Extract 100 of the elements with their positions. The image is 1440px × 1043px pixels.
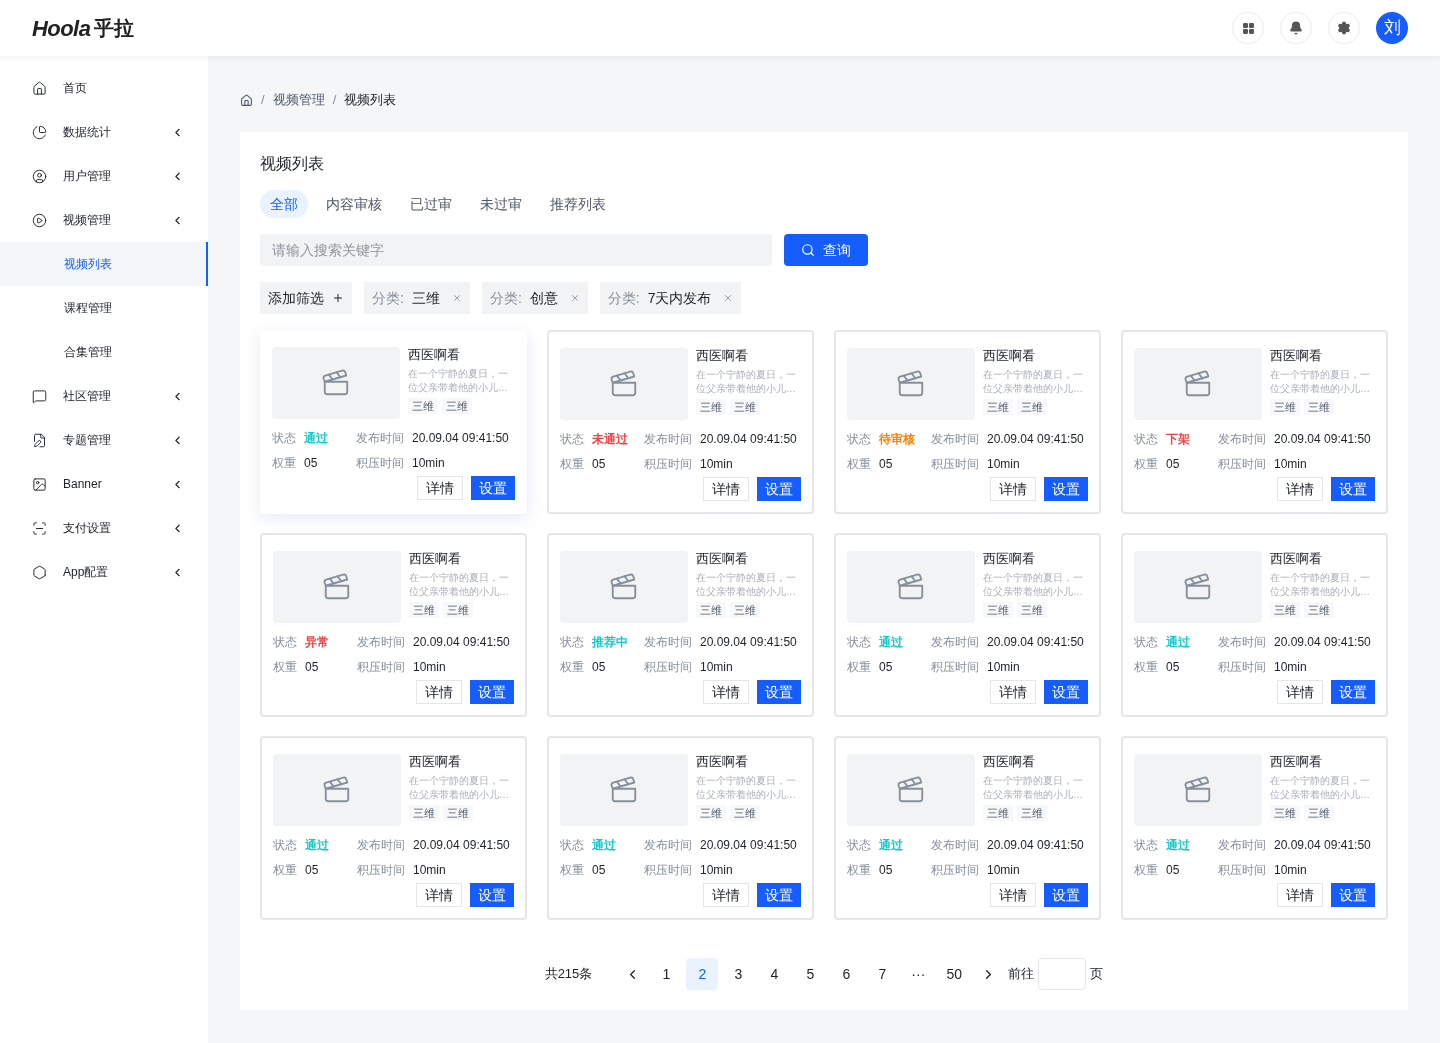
weight-label: 权重 — [273, 659, 298, 676]
video-title: 西医啊看 — [983, 754, 1036, 770]
page-button[interactable]: ··· — [902, 958, 935, 990]
video-title: 西医啊看 — [1270, 551, 1323, 567]
tab[interactable]: 全部 — [260, 190, 308, 218]
logo: Hoola — [32, 14, 91, 43]
status-label: 状态 — [1134, 634, 1159, 651]
publish-time-label: 发布时间 — [1218, 837, 1267, 854]
detail-button[interactable]: 详情 — [703, 680, 749, 704]
home-icon[interactable] — [240, 93, 253, 107]
status-value: 未通过 — [592, 431, 629, 448]
publish-time: 20.09.04 09:41:50 — [413, 837, 510, 854]
home-icon — [32, 80, 47, 96]
video-icon — [896, 572, 926, 602]
sidebar-item[interactable]: 首页 — [0, 66, 208, 110]
status-label: 状态 — [847, 634, 872, 651]
sidebar-subitem[interactable]: 视频列表 — [0, 242, 208, 286]
close-icon[interactable] — [451, 293, 462, 303]
sidebar-item[interactable]: Banner — [0, 462, 208, 506]
settings-button[interactable]: 设置 — [757, 477, 801, 501]
sidebar-item[interactable]: 用户管理 — [0, 154, 208, 198]
settings-button[interactable]: 设置 — [757, 680, 801, 704]
weight-value: 05 — [592, 456, 607, 473]
video-icon — [322, 572, 352, 602]
video-icon — [609, 572, 639, 602]
logo-text: 乎拉 — [94, 16, 135, 41]
detail-button[interactable]: 详情 — [417, 476, 463, 500]
page-button[interactable]: 3 — [722, 958, 755, 990]
breadcrumb-item: 视频列表 — [344, 91, 397, 110]
tag: 三维 — [983, 602, 1013, 618]
sidebar-subitem[interactable]: 课程管理 — [0, 286, 208, 330]
publish-time-label: 发布时间 — [644, 837, 693, 854]
publish-time-label: 发布时间 — [931, 837, 980, 854]
detail-button[interactable]: 详情 — [990, 477, 1036, 501]
settings-button[interactable]: 设置 — [1331, 477, 1375, 501]
weight-label: 权重 — [1134, 659, 1159, 676]
settings-button[interactable]: 设置 — [1044, 477, 1088, 501]
breadcrumb-item[interactable]: 视频管理 — [272, 90, 325, 110]
detail-button[interactable]: 详情 — [1277, 477, 1323, 501]
close-icon[interactable] — [723, 293, 734, 303]
play-icon — [32, 212, 47, 228]
settings-button[interactable]: 设置 — [757, 883, 801, 907]
detail-button[interactable]: 详情 — [416, 680, 462, 704]
settings-button[interactable]: 设置 — [1331, 883, 1375, 907]
page-button[interactable]: 7 — [866, 958, 899, 990]
weight-label: 权重 — [272, 455, 297, 472]
settings-button[interactable]: 设置 — [1331, 680, 1375, 704]
breadcrumb-separator: / — [332, 91, 337, 110]
video-icon — [321, 368, 351, 398]
status-value: 异常 — [305, 634, 330, 651]
page-button[interactable]: 50 — [938, 958, 971, 990]
sidebar-item[interactable]: 视频管理 — [0, 198, 208, 242]
detail-button[interactable]: 详情 — [990, 883, 1036, 907]
detail-button[interactable]: 详情 — [1277, 680, 1323, 704]
sidebar-item[interactable]: 专题管理 — [0, 418, 208, 462]
settings-button[interactable]: 设置 — [471, 476, 515, 500]
tag: 三维 — [1270, 805, 1300, 821]
backlog-time: 10min — [413, 862, 446, 879]
breadcrumb-separator: / — [261, 91, 265, 110]
close-icon[interactable] — [569, 293, 580, 303]
detail-button[interactable]: 详情 — [1277, 883, 1323, 907]
backlog-time: 10min — [700, 862, 733, 879]
page-button[interactable]: 2 — [686, 958, 719, 990]
avatar[interactable]: 刘 — [1376, 12, 1408, 44]
tab[interactable]: 未过审 — [470, 190, 532, 218]
tab[interactable]: 内容审核 — [316, 190, 392, 218]
tab[interactable]: 推荐列表 — [540, 190, 616, 218]
sidebar-item[interactable]: 支付设置 — [0, 506, 208, 550]
filter-value: 创意 — [529, 288, 558, 308]
search-field[interactable]: 请输入搜索关键字 — [260, 234, 772, 266]
settings-button[interactable]: 设置 — [1044, 680, 1088, 704]
backlog-time-label: 积压时间 — [1218, 862, 1267, 879]
weight-value: 05 — [879, 862, 894, 879]
sidebar-item[interactable]: 数据统计 — [0, 110, 208, 154]
add-filter-button[interactable]: 添加筛选 — [260, 282, 352, 314]
sidebar-item[interactable]: App配置 — [0, 550, 208, 594]
settings-button[interactable]: 设置 — [1044, 883, 1088, 907]
backlog-time: 10min — [987, 659, 1020, 676]
page-button[interactable]: 6 — [830, 958, 863, 990]
query-button[interactable]: 查询 — [784, 234, 868, 266]
page-button[interactable]: 5 — [794, 958, 827, 990]
detail-button[interactable]: 详情 — [703, 883, 749, 907]
status-value: 通过 — [305, 837, 330, 854]
detail-button[interactable]: 详情 — [703, 477, 749, 501]
backlog-time-label: 积压时间 — [357, 862, 406, 879]
page-button[interactable]: 4 — [758, 958, 791, 990]
tab[interactable]: 已过审 — [400, 190, 462, 218]
page-button[interactable]: 1 — [650, 958, 683, 990]
settings-button[interactable]: 设置 — [470, 883, 514, 907]
grid-icon — [1241, 21, 1255, 35]
sidebar-item[interactable]: 社区管理 — [0, 374, 208, 418]
settings-button[interactable]: 设置 — [470, 680, 514, 704]
detail-button[interactable]: 详情 — [990, 680, 1036, 704]
bell-icon — [1289, 21, 1303, 35]
detail-button[interactable]: 详情 — [416, 883, 462, 907]
sidebar-subitem[interactable]: 合集管理 — [0, 330, 208, 374]
weight-value: 05 — [1166, 659, 1181, 676]
tag: 三维 — [442, 398, 472, 414]
page-input[interactable] — [1038, 958, 1087, 990]
settings-icon — [1337, 21, 1351, 35]
